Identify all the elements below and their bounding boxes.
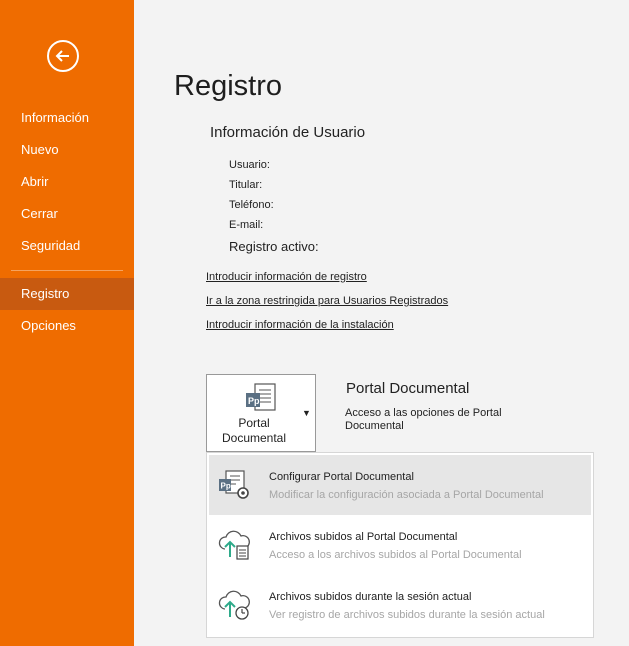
portal-description: Acceso a las opciones de Portal Document… xyxy=(345,407,502,432)
sidebar-divider xyxy=(11,270,123,271)
menu-item-title: Archivos subidos al Portal Documental xyxy=(269,531,458,543)
sidebar-item-informacion[interactable]: Información xyxy=(0,102,134,134)
portal-documental-button[interactable]: Pp Portal Documental ▼ xyxy=(206,374,316,452)
sidebar-item-seguridad[interactable]: Seguridad xyxy=(0,230,134,262)
sidebar-item-cerrar[interactable]: Cerrar xyxy=(0,198,134,230)
link-informacion-instalacion[interactable]: Introducir información de la instalación xyxy=(206,319,394,331)
menu-item-title: Configurar Portal Documental xyxy=(269,471,414,483)
sidebar-item-registro[interactable]: Registro xyxy=(0,278,134,310)
sidebar-item-nuevo[interactable]: Nuevo xyxy=(0,134,134,166)
sidebar-item-abrir[interactable]: Abrir xyxy=(0,166,134,198)
menu-item-title: Archivos subidos durante la sesión actua… xyxy=(269,591,472,603)
menu-item-configurar-portal[interactable]: Pp Configurar Portal Documental Modifica… xyxy=(209,455,591,515)
portal-button-label-line1: Portal xyxy=(238,416,270,430)
registro-activo-label: Registro activo: xyxy=(229,239,319,254)
portal-button-label-line2: Documental xyxy=(221,431,287,445)
svg-text:Pp: Pp xyxy=(248,396,260,406)
sidebar: Información Nuevo Abrir Cerrar Seguridad… xyxy=(0,0,134,646)
menu-item-archivos-subidos-portal[interactable]: Archivos subidos al Portal Documental Ac… xyxy=(209,515,591,575)
sidebar-item-opciones[interactable]: Opciones xyxy=(0,310,134,342)
field-label-email: E-mail: xyxy=(229,219,264,231)
menu-item-archivos-sesion-actual[interactable]: Archivos subidos durante la sesión actua… xyxy=(209,575,591,635)
link-zona-restringida[interactable]: Ir a la zona restringida para Usuarios R… xyxy=(206,295,448,307)
portal-documental-icon: Pp xyxy=(246,383,276,411)
field-label-usuario: Usuario: xyxy=(229,159,270,171)
page-title: Registro xyxy=(174,70,282,102)
field-label-titular: Titular: xyxy=(229,179,263,191)
menu-item-subtitle: Ver registro de archivos subidos durante… xyxy=(269,609,545,621)
menu-item-subtitle: Acceso a los archivos subidos al Portal … xyxy=(269,549,522,561)
portal-title: Portal Documental xyxy=(346,380,470,397)
link-introducir-registro[interactable]: Introducir información de registro xyxy=(206,271,367,283)
back-button[interactable] xyxy=(47,40,79,72)
section-title: Información de Usuario xyxy=(210,124,366,141)
cloud-upload-clock-icon xyxy=(218,590,250,620)
arrow-left-icon xyxy=(55,50,69,62)
dropdown-arrow-icon[interactable]: ▼ xyxy=(302,408,311,418)
field-label-telefono: Teléfono: xyxy=(229,199,274,211)
cloud-upload-document-icon xyxy=(218,530,250,560)
portal-dropdown-menu: Pp Configurar Portal Documental Modifica… xyxy=(206,452,594,638)
configure-portal-icon: Pp xyxy=(219,470,249,499)
main-content: Registro Información de Usuario Usuario:… xyxy=(134,0,629,646)
menu-item-subtitle: Modificar la configuración asociada a Po… xyxy=(269,489,544,501)
svg-text:Pp: Pp xyxy=(221,482,231,491)
